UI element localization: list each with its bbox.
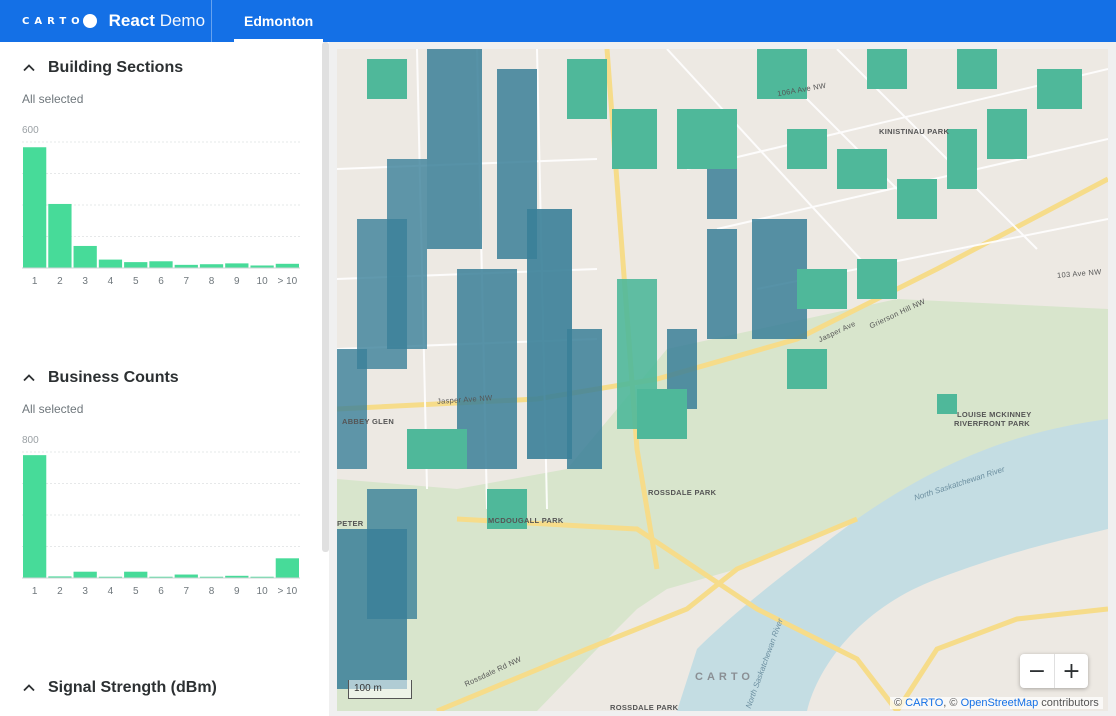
zoom-control: − + <box>1020 654 1088 688</box>
bar[interactable] <box>275 558 299 578</box>
chart-business-counts: 800 1 2 3 4 5 6 7 8 9 10 > 10 <box>0 432 322 602</box>
widget-status: All selected <box>22 92 84 106</box>
widget-building-sections: Building Sections All selected <box>0 56 322 106</box>
label-peter: PETER <box>337 519 364 528</box>
bar[interactable] <box>124 571 148 578</box>
widget-header[interactable]: Business Counts <box>0 366 322 390</box>
tab-edmonton[interactable]: Edmonton <box>234 0 324 42</box>
widget-business-counts: Business Counts All selected <box>0 366 322 416</box>
sidebar: Building Sections All selected 600 1 2 3 4 5 6… <box>0 42 329 716</box>
label-mcdougall-park: MCDOUGALL PARK <box>488 516 564 525</box>
label-abbey-glen: ABBEY GLEN <box>342 417 395 426</box>
zoom-in-button[interactable]: + <box>1054 654 1088 688</box>
x-tick-label: 5 <box>133 276 139 287</box>
x-tick-label: 3 <box>82 276 88 287</box>
x-tick-label: 8 <box>209 586 215 597</box>
widget-status: All selected <box>22 402 84 416</box>
app-title-light: Demo <box>159 11 206 30</box>
x-tick-label: 4 <box>108 586 114 597</box>
x-tick-label: > 10 <box>277 276 297 287</box>
attribution-mid: , © <box>943 697 961 709</box>
bar[interactable] <box>124 262 148 268</box>
bar[interactable] <box>73 571 97 578</box>
x-tick-label: 9 <box>234 276 240 287</box>
x-tick-label: 1 <box>32 276 38 287</box>
widget-title: Building Sections <box>48 59 184 76</box>
bar[interactable] <box>98 259 123 268</box>
app-header: CARTO React Demo Edmonton <box>0 0 1116 42</box>
brand: CARTO React Demo <box>0 0 212 42</box>
widget-header[interactable]: Signal Strength (dBm) <box>0 676 322 700</box>
bar[interactable] <box>149 261 173 268</box>
bar[interactable] <box>275 263 299 268</box>
label-kinistinau-park: KINISTINAU PARK <box>879 127 950 136</box>
y-max-label: 800 <box>22 435 39 446</box>
x-tick-label: 1 <box>32 586 38 597</box>
bar[interactable] <box>23 147 47 268</box>
bar[interactable] <box>73 245 97 268</box>
scale-bar: 100 m <box>348 680 412 699</box>
label-riverfront-park: RIVERFRONT PARK <box>954 419 1031 428</box>
x-tick-label: 5 <box>133 586 139 597</box>
x-tick-label: 9 <box>234 586 240 597</box>
attribution-suffix: contributors <box>1038 697 1099 709</box>
osm-link[interactable]: OpenStreetMap <box>961 697 1039 709</box>
widget-title: Signal Strength (dBm) <box>48 679 217 696</box>
carto-logo[interactable]: CARTO <box>22 14 97 28</box>
logo-text: CARTO <box>22 15 85 27</box>
attribution-prefix: © <box>894 697 906 709</box>
map-canvas[interactable] <box>337 49 1108 711</box>
carto-watermark: CARTO <box>695 671 754 683</box>
x-tick-label: 3 <box>82 586 88 597</box>
app-title-bold: React <box>108 11 155 30</box>
label-rossdale-park: ROSSDALE PARK <box>648 488 717 497</box>
bar[interactable] <box>23 455 47 578</box>
label-louise-mckinney: LOUISE MCKINNEY <box>957 410 1032 419</box>
bar[interactable] <box>199 264 224 268</box>
x-tick-label: 2 <box>57 586 63 597</box>
chevron-up-icon[interactable] <box>22 61 36 75</box>
bar-chart[interactable]: 600 1 2 3 4 5 6 7 8 9 10 > 10 <box>0 122 322 292</box>
bar[interactable] <box>48 203 72 268</box>
x-tick-label: 6 <box>158 586 164 597</box>
bar-chart[interactable]: 800 1 2 3 4 5 6 7 8 9 10 > 10 <box>0 432 322 602</box>
x-tick-label: 7 <box>183 276 189 287</box>
x-tick-label: 7 <box>183 586 189 597</box>
widget-header[interactable]: Building Sections <box>0 56 322 80</box>
x-tick-label: 2 <box>57 276 63 287</box>
widget-title: Business Counts <box>48 369 179 386</box>
carto-link[interactable]: CARTO <box>905 697 943 709</box>
x-tick-label: 10 <box>257 586 269 597</box>
x-tick-label: > 10 <box>277 586 297 597</box>
zoom-out-button[interactable]: − <box>1020 654 1054 688</box>
x-tick-label: 10 <box>257 276 269 287</box>
widget-signal-strength: Signal Strength (dBm) <box>0 676 322 700</box>
x-tick-label: 8 <box>209 276 215 287</box>
bar[interactable] <box>225 263 249 268</box>
chevron-up-icon[interactable] <box>22 371 36 385</box>
x-tick-label: 4 <box>108 276 114 287</box>
logo-dot-icon <box>82 14 97 28</box>
chart-building-sections: 600 1 2 3 4 5 6 7 8 9 10 > 10 <box>0 122 322 292</box>
map-attribution: © CARTO, © OpenStreetMap contributors <box>890 697 1103 709</box>
bar[interactable] <box>174 574 198 578</box>
y-max-label: 600 <box>22 125 39 136</box>
sidebar-scrollbar[interactable] <box>322 42 329 552</box>
x-tick-label: 6 <box>158 276 164 287</box>
chevron-up-icon[interactable] <box>22 681 36 695</box>
label-rossdale-park-2: ROSSDALE PARK <box>610 703 679 711</box>
map[interactable]: KINISTINAU PARK LOUISE MCKINNEY RIVERFRO… <box>337 49 1108 711</box>
app-title: React Demo <box>109 11 205 31</box>
